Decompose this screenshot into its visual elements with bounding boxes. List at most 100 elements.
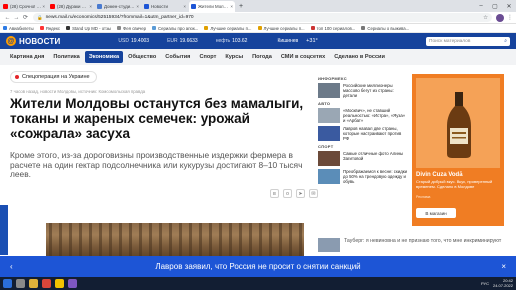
sunflower-stalk	[79, 223, 82, 257]
browser-tab[interactable]: (28) Срочно! Только Что Я Ми×	[1, 1, 47, 12]
site-logo[interactable]: @ НОВОСТИ	[6, 36, 60, 46]
sidebar-bottom-item[interactable]: Тауберг: я невиновна и не признаю того, …	[318, 238, 508, 252]
browser-menu-icon[interactable]: ⋮	[507, 14, 513, 21]
clock[interactable]: 20:42 24.07.2022	[493, 278, 513, 288]
chrome-icon[interactable]	[42, 279, 51, 288]
nav-item[interactable]: События	[161, 51, 194, 63]
news-item[interactable]: Российские миллионеры массово бегут из с…	[318, 83, 408, 98]
section-label: АВТО	[318, 101, 331, 106]
new-tab-button[interactable]: +	[239, 3, 243, 10]
news-thumbnail	[318, 126, 340, 141]
bookmark-item[interactable]: Сериалы о выжива...	[361, 26, 409, 31]
nav-item[interactable]: Политика	[49, 51, 83, 63]
comment-icon[interactable]: ✉	[309, 189, 318, 198]
language-indicator[interactable]: РУС	[481, 281, 489, 286]
nav-item[interactable]: СМИ в соцсетях	[277, 51, 329, 63]
special-operation-badge[interactable]: Спецоперация на Украине	[10, 71, 97, 83]
system-tray: РУС 20:42 24.07.2022	[481, 278, 513, 288]
bookmark-label: Сериалы про апок...	[158, 25, 199, 31]
search-placeholder: Поиск материалов	[429, 38, 471, 44]
article-photo	[46, 223, 304, 257]
currency-ticker[interactable]: USD 19.4003 EUR 19.6633 нефть 103.62	[118, 38, 265, 44]
close-icon[interactable]: ×	[501, 262, 506, 271]
nav-item[interactable]: Погода	[248, 51, 276, 63]
close-window-icon[interactable]: ✕	[502, 3, 516, 10]
reload-icon[interactable]: ⟳	[21, 14, 30, 21]
news-thumbnail	[318, 108, 340, 123]
bookmark-item[interactable]: Лучшие сериалы п...	[204, 25, 252, 31]
bookmark-item[interactable]: Лучшие сериалы п...	[257, 26, 305, 31]
browser-tab[interactable]: Домен-студия | Петр Рудак Ми×	[95, 1, 141, 12]
ok-share-icon[interactable]: о	[283, 189, 292, 198]
sunflower-stalk	[49, 223, 52, 257]
maximize-icon[interactable]: ▢	[488, 3, 502, 10]
sunflower-stalk	[129, 223, 132, 257]
chevron-left-icon[interactable]: ‹	[10, 262, 13, 271]
news-thumbnail	[318, 83, 340, 98]
tab-title: Домен-студия | Петр Рудак Ми	[104, 4, 135, 9]
forward-icon[interactable]: →	[12, 15, 21, 21]
vk-share-icon[interactable]: в	[270, 189, 279, 198]
minimize-icon[interactable]: –	[474, 3, 488, 9]
source-label: ИНФОРМЕКС	[318, 76, 347, 81]
telegram-share-icon[interactable]: ➤	[296, 189, 305, 198]
sunflower-stalk	[259, 223, 262, 257]
nav-item[interactable]: Сделано в России	[330, 51, 389, 63]
bookmark-favicon-icon	[204, 26, 209, 30]
nav-item[interactable]: Общество	[124, 51, 160, 63]
bookmark-favicon-icon	[66, 26, 71, 30]
sunflower-stalk	[139, 223, 142, 257]
media-icon[interactable]	[68, 279, 77, 288]
address-bar[interactable]: 🔒 news.mail.ru/economics/52515934/?fromm…	[33, 13, 492, 22]
nav-item[interactable]: Курсы	[221, 51, 247, 63]
tab-title: Новости	[151, 4, 168, 9]
bookmark-label: Фея свичер	[123, 25, 147, 31]
nav-item[interactable]: Экономика	[84, 51, 124, 63]
profile-avatar[interactable]	[496, 13, 504, 22]
bookmark-item[interactable]: Stand Up MD - отзы	[66, 26, 111, 31]
bookmark-star-icon[interactable]: ☆	[483, 15, 488, 21]
tab-close-icon[interactable]: ×	[42, 4, 45, 9]
search-taskbar-icon[interactable]	[16, 279, 25, 288]
nav-item[interactable]: Спорт	[195, 51, 220, 63]
news-item[interactable]: «Москвич», не ставший реальностью: «Истр…	[318, 108, 408, 123]
search-icon[interactable]: ⌕	[504, 38, 507, 44]
browser-tab[interactable]: (28) Дураки и дороги 2022 "Во×	[48, 1, 94, 12]
yandex-icon[interactable]	[55, 279, 64, 288]
ad-shop-button[interactable]: В магазин	[416, 208, 456, 218]
bookmark-item[interactable]: Яндекс	[39, 26, 60, 31]
sunflower-stalk	[249, 223, 252, 257]
city-name[interactable]: Кишинев	[277, 38, 298, 44]
explorer-icon[interactable]	[29, 279, 38, 288]
ticker-item[interactable]: USD 19.4003	[118, 38, 158, 44]
breaking-news-banner[interactable]: ‹ Лавров заявил, что Россия не просит о …	[0, 256, 516, 277]
tab-close-icon[interactable]: ×	[136, 4, 139, 9]
weather-value[interactable]: +31°	[306, 38, 318, 44]
bookmark-label: Лучшие сериалы п...	[210, 25, 252, 31]
tab-close-icon[interactable]: ×	[89, 4, 92, 9]
bookmark-item[interactable]: топ 100 сериалов...	[310, 26, 355, 31]
back-icon[interactable]: ←	[3, 15, 12, 21]
ticker-item[interactable]: EUR 19.6633	[167, 38, 207, 44]
news-item[interactable]: Самые отличные фото Алины Загитовой	[318, 151, 408, 166]
ticker-item[interactable]: нефть 103.62	[216, 38, 257, 44]
badge-label: Спецоперация на Украине	[22, 74, 90, 80]
browser-tab[interactable]: Жители Молдовы останутся б×	[189, 1, 235, 12]
news-item[interactable]: Лавров назвал две страны, которые настра…	[318, 126, 408, 141]
bookmark-favicon-icon	[257, 26, 262, 30]
advertisement[interactable]: Divin Cuza Vodă Старый добрый вкус. Вкус…	[412, 74, 504, 226]
tab-close-icon[interactable]: ×	[230, 4, 233, 9]
browser-tab[interactable]: Новости ×	[142, 1, 188, 12]
bookmark-favicon-icon	[117, 26, 122, 30]
bookmark-item[interactable]: Сериалы про апок...	[152, 26, 198, 31]
site-search-input[interactable]: Поиск материалов ⌕	[426, 36, 510, 46]
sunflower-stalk	[269, 223, 272, 257]
ticker-label: USD	[118, 38, 129, 44]
start-icon[interactable]	[3, 279, 12, 288]
bookmark-item[interactable]: Фея свичер	[117, 26, 146, 31]
tab-close-icon[interactable]: ×	[183, 4, 186, 9]
bookmark-label: Авиабилеты	[9, 25, 34, 31]
news-item[interactable]: Преображаемся к весне: скидки до 50% на …	[318, 169, 408, 184]
bookmark-item[interactable]: Авиабилеты	[3, 26, 34, 31]
nav-item[interactable]: Картина дня	[6, 51, 48, 63]
